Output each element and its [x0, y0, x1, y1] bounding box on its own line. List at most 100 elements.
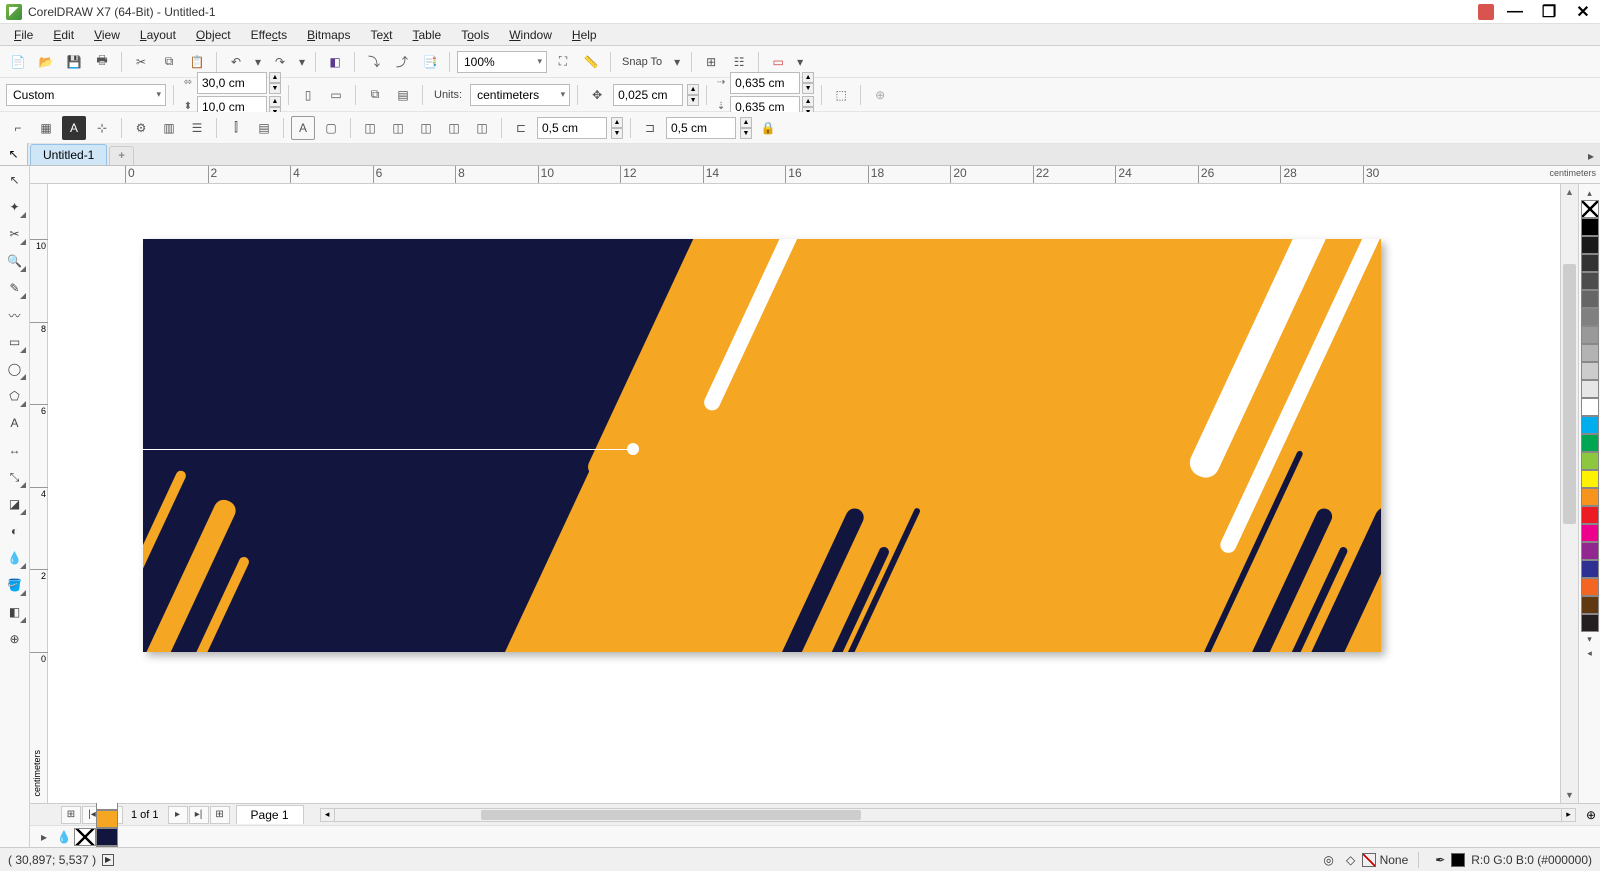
hscroll-right[interactable]: ▸	[1561, 809, 1575, 821]
cut-button[interactable]: ✂	[129, 50, 153, 74]
redo-button[interactable]: ↷	[268, 50, 292, 74]
ind1-down[interactable]: ▼	[611, 128, 623, 139]
palette-swatch[interactable]	[1581, 524, 1599, 542]
print-button[interactable]: 🖶	[90, 50, 114, 74]
full-screen-button[interactable]: ⛶	[551, 50, 575, 74]
tb-btn-e[interactable]: ◫	[470, 116, 494, 140]
vertical-scrollbar[interactable]: ▲ ▼	[1560, 184, 1578, 803]
transparency-tool[interactable]: ◐	[3, 519, 27, 543]
outline-color-swatch[interactable]	[1451, 853, 1465, 867]
freehand-tool[interactable]: ✎	[3, 276, 27, 300]
page-width-input[interactable]	[197, 72, 267, 94]
document-tab[interactable]: Untitled-1	[30, 144, 107, 165]
ind1-up[interactable]: ▲	[611, 117, 623, 128]
zoom-level-dropdown[interactable]: 100%	[457, 51, 547, 73]
doc-palette-menu[interactable]: ▸	[34, 828, 54, 846]
gear-button[interactable]: ⚙	[129, 116, 153, 140]
show-rulers-button[interactable]: 📏	[579, 50, 603, 74]
nudge-distance-input[interactable]	[613, 84, 683, 106]
record-macro-button[interactable]: ▶	[102, 854, 114, 866]
paste-button[interactable]: 📋	[185, 50, 209, 74]
palette-swatch[interactable]	[1581, 578, 1599, 596]
width-down[interactable]: ▼	[269, 83, 281, 94]
menu-object[interactable]: Object	[188, 26, 239, 44]
smart-fill-tool[interactable]: ◧	[3, 600, 27, 624]
palette-swatch[interactable]	[1581, 596, 1599, 614]
all-pages-button[interactable]: ⧉	[363, 83, 387, 107]
drawing-viewport[interactable]	[48, 184, 1560, 803]
dupy-up[interactable]: ▲	[802, 96, 814, 107]
menu-edit[interactable]: Edit	[45, 26, 82, 44]
open-button[interactable]: 📂	[34, 50, 58, 74]
palette-swatch[interactable]	[1581, 434, 1599, 452]
freehand-line[interactable]	[143, 449, 633, 450]
drop-cap-button[interactable]: ⫿	[224, 116, 248, 140]
undo-dropdown[interactable]: ▾	[252, 50, 264, 74]
tb-btn-d[interactable]: ◫	[442, 116, 466, 140]
width-up[interactable]: ▲	[269, 72, 281, 83]
lock-button[interactable]: 🔒	[756, 116, 780, 140]
palette-swatch[interactable]	[1581, 398, 1599, 416]
outline-pen-icon[interactable]: ✒	[1432, 852, 1448, 868]
height-up[interactable]: ▲	[269, 96, 281, 107]
vscroll-down[interactable]: ▼	[1561, 787, 1578, 803]
dupx-up[interactable]: ▲	[802, 72, 814, 83]
indent-right-input[interactable]	[666, 117, 736, 139]
page-tab[interactable]: Page 1	[236, 805, 304, 824]
minimize-button[interactable]: —	[1504, 1, 1526, 23]
align-button[interactable]: ▤	[252, 116, 276, 140]
crop-tool[interactable]: ✂	[3, 222, 27, 246]
import-button[interactable]: ⤵	[362, 50, 386, 74]
snap-to-dropdown[interactable]: ▾	[670, 50, 684, 74]
page-preset-dropdown[interactable]: Custom	[6, 84, 166, 106]
vscroll-up[interactable]: ▲	[1561, 184, 1578, 200]
zoom-tool[interactable]: 🔍	[3, 249, 27, 273]
options-button[interactable]: ⊞	[699, 50, 723, 74]
palette-swatch[interactable]	[1581, 254, 1599, 272]
add-page-button[interactable]: ⊞	[61, 806, 81, 824]
palette-swatch[interactable]	[1581, 560, 1599, 578]
artistic-media-tool[interactable]: 〰	[3, 303, 27, 327]
text-frame-button[interactable]: ▢	[319, 116, 343, 140]
add-page-after-button[interactable]: ⊞	[210, 806, 230, 824]
text-a-button[interactable]: A	[62, 116, 86, 140]
current-page-button[interactable]: ▤	[391, 83, 415, 107]
interactive-fill-tool[interactable]: 🪣	[3, 573, 27, 597]
welcome-dropdown[interactable]: ▾	[794, 50, 806, 74]
parallel-dimension-tool[interactable]: ↔	[3, 438, 27, 462]
new-button[interactable]: 📄	[6, 50, 30, 74]
menu-bitmaps[interactable]: Bitmaps	[299, 26, 358, 44]
hscroll-thumb[interactable]	[481, 810, 861, 820]
expand-toolbox[interactable]: ⊕	[3, 627, 27, 651]
palette-swatch[interactable]	[1581, 344, 1599, 362]
publish-pdf-button[interactable]: 📑	[418, 50, 442, 74]
palette-swatch[interactable]	[1581, 326, 1599, 344]
text-a2-button[interactable]: A	[291, 116, 315, 140]
treat-as-filled-button[interactable]: ⬚	[829, 83, 853, 107]
ellipse-tool[interactable]: ◯	[3, 357, 27, 381]
doc-palette-eyedropper[interactable]: 💧	[54, 828, 74, 846]
palette-flyout[interactable]: ◂	[1581, 646, 1599, 660]
pick-tool-corner[interactable]: ↖	[0, 143, 28, 165]
landscape-button[interactable]: ▭	[324, 83, 348, 107]
crop-button[interactable]: ⊹	[90, 116, 114, 140]
user-account-icon[interactable]	[1478, 4, 1494, 20]
polygon-tool[interactable]: ⬠	[3, 384, 27, 408]
doc-swatch[interactable]	[96, 846, 118, 848]
palette-swatch[interactable]	[1581, 308, 1599, 326]
menu-effects[interactable]: Effects	[243, 26, 295, 44]
tb-btn-a[interactable]: ◫	[358, 116, 382, 140]
palette-swatch[interactable]	[1581, 470, 1599, 488]
vertical-ruler[interactable]: centimeters 0246810	[30, 184, 48, 803]
units-dropdown[interactable]: centimeters	[470, 84, 570, 106]
dupx-down[interactable]: ▼	[802, 83, 814, 94]
palette-swatch[interactable]	[1581, 236, 1599, 254]
text-tool[interactable]: A	[3, 411, 27, 435]
redo-dropdown[interactable]: ▾	[296, 50, 308, 74]
shape-tool[interactable]: ✦	[3, 195, 27, 219]
drop-shadow-tool[interactable]: ◪	[3, 492, 27, 516]
horizontal-ruler[interactable]: centimeters 024681012141618202224262830	[30, 166, 1600, 184]
search-content-button[interactable]: ◧	[323, 50, 347, 74]
palette-swatch[interactable]	[1581, 452, 1599, 470]
columns-button[interactable]: ▥	[157, 116, 181, 140]
